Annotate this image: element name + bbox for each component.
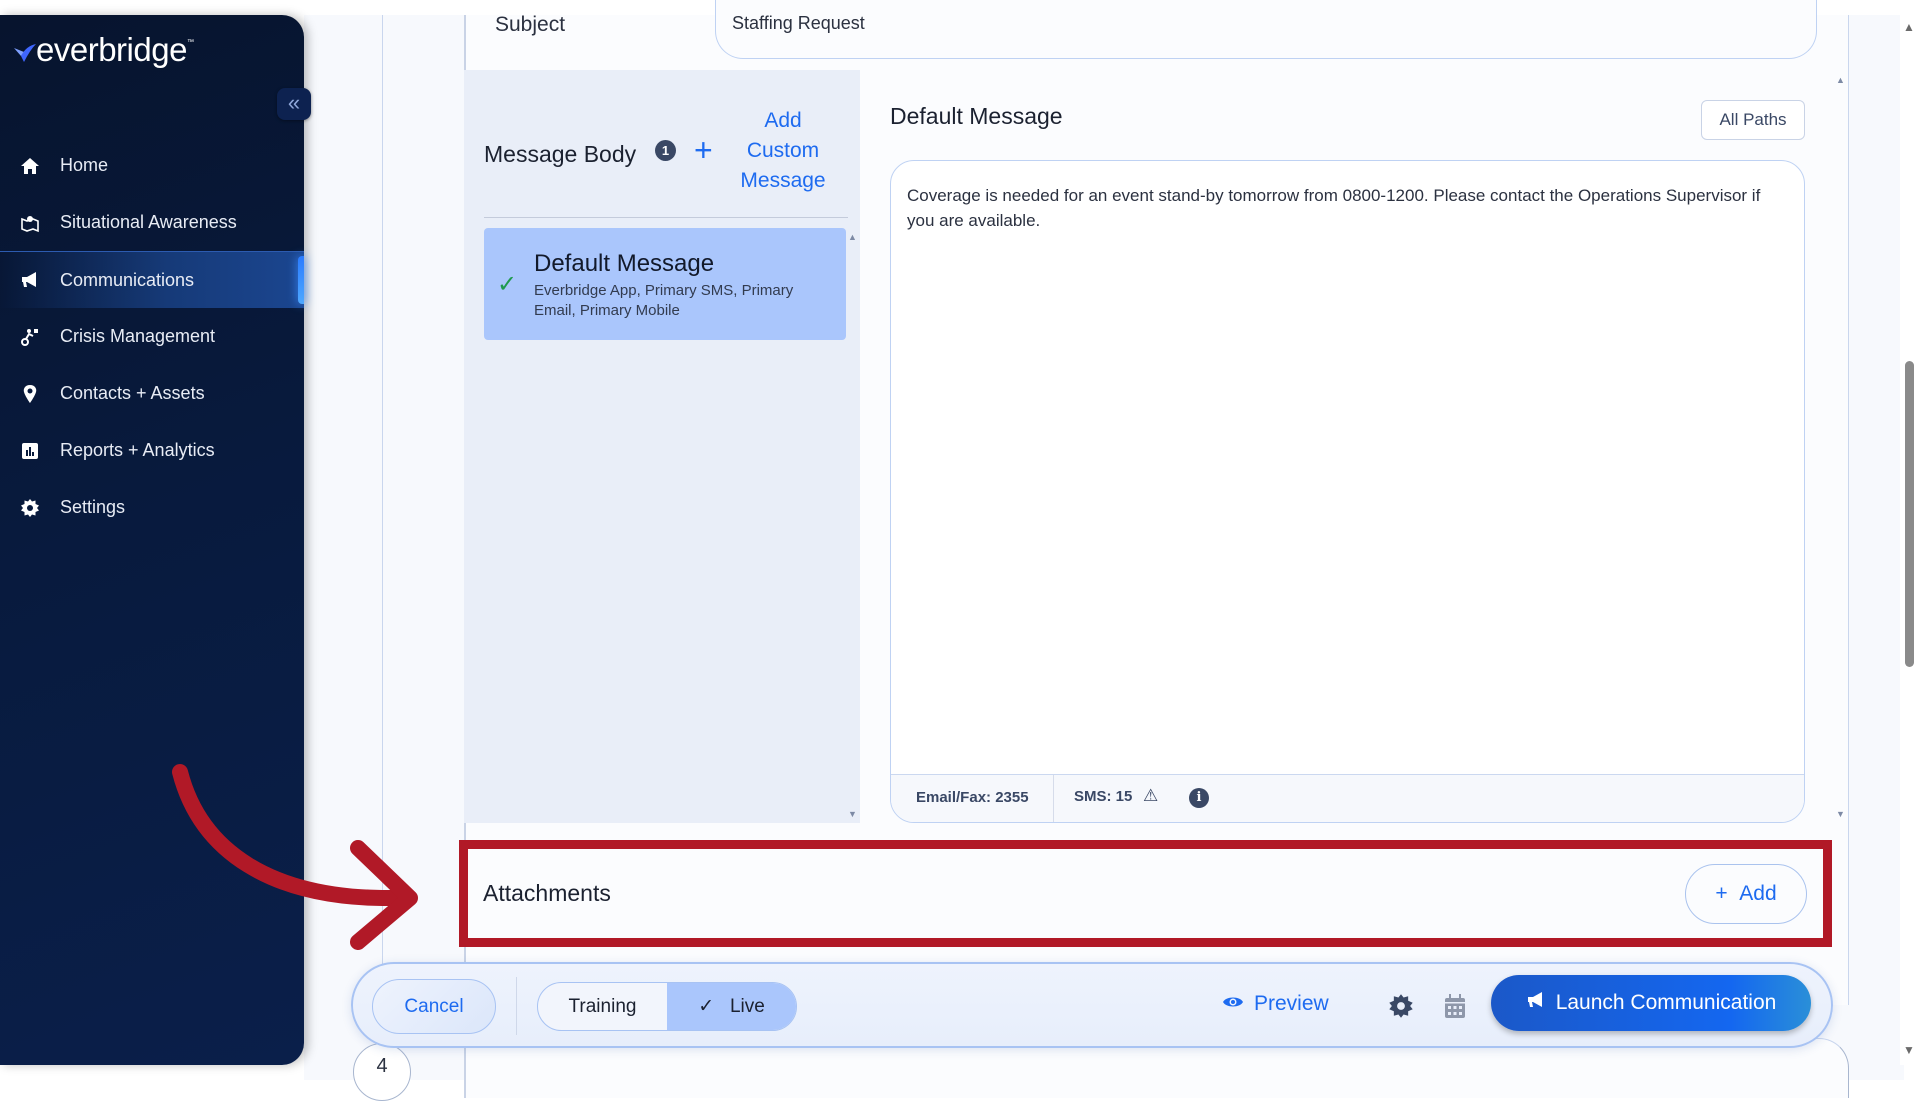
brand-name: everbridge [36,31,187,68]
scrollbar-thumb[interactable] [1905,361,1914,667]
sidebar-item-label: Situational Awareness [60,212,237,232]
step-number-badge: 4 [353,1043,411,1101]
launch-label: Launch Communication [1555,991,1777,1014]
message-count-badge: 1 [655,140,676,161]
sidebar-item-contacts-assets[interactable]: Contacts + Assets [0,365,304,422]
everbridge-logo[interactable]: everbridge ™ [12,33,194,66]
email-fax-char-count: Email/Fax: 2355 [916,789,1029,806]
sidebar-item-label: Contacts + Assets [60,383,205,403]
preview-label: Preview [1254,992,1329,1015]
attachments-section-highlight [459,840,1832,947]
editor-scroll-down-icon[interactable]: ▼ [1836,809,1845,819]
add-custom-message-button[interactable]: Add Custom Message [732,106,834,196]
mode-option-training[interactable]: Training [538,983,667,1030]
sidebar-item-reports-analytics[interactable]: Reports + Analytics [0,422,304,479]
location-pin-icon [20,384,40,404]
sidebar-item-home[interactable]: Home [0,137,304,194]
checkmark-icon: ✓ [698,996,730,1017]
annotation-arrow [172,764,418,950]
mode-option-live[interactable]: ✓ Live [667,983,796,1030]
preview-button[interactable]: Preview [1222,992,1329,1016]
editor-title: Default Message [890,103,1063,129]
scroll-up-arrow-icon[interactable]: ▲ [1903,20,1915,34]
logo-check-icon [14,44,36,62]
mode-option-label: Live [729,996,765,1017]
cancel-button[interactable]: Cancel [372,979,496,1034]
route-icon [20,327,40,347]
page: everbridge ™ « Home Situational Awarenes… [0,0,1920,1101]
eye-icon [1222,992,1244,1016]
double-chevron-left-icon: « [287,90,301,115]
subject-label: Subject [495,13,566,36]
sidebar-item-label: Reports + Analytics [60,440,215,460]
sidebar-item-settings[interactable]: Settings [0,479,304,536]
warning-icon[interactable]: ⚠ [1143,786,1158,806]
sms-char-count: SMS: 15 [1074,788,1133,805]
sidebar-item-communications[interactable]: Communications [0,251,304,308]
add-attachment-button[interactable]: + Add [1685,864,1807,924]
sidebar-item-crisis-management[interactable]: Crisis Management [0,308,304,365]
home-icon [20,156,40,176]
map-pin-icon [20,213,40,233]
message-item-paths: Everbridge App, Primary SMS, Primary Ema… [534,282,794,319]
sidebar-item-label: Communications [60,269,195,290]
gear-icon [1389,994,1413,1018]
megaphone-icon [1526,990,1546,1016]
message-body-title: Message Body [484,141,637,167]
brand-trademark: ™ [186,39,194,46]
message-body-divider [484,217,848,218]
training-live-toggle: Training ✓ Live [537,982,797,1031]
editor-footer: Email/Fax: 2355 SMS: 15 ⚠ i [891,774,1804,822]
sidebar-item-situational-awareness[interactable]: Situational Awareness [0,194,304,251]
footer-divider [1053,775,1054,822]
add-attachment-label: Add [1739,882,1777,905]
add-custom-message-plus-icon[interactable]: + [694,134,713,166]
sidebar-item-label: Settings [60,497,126,517]
settings-gear-button[interactable] [1388,993,1414,1019]
schedule-button[interactable] [1444,993,1466,1019]
attachments-title: Attachments [483,880,611,906]
launch-communication-button[interactable]: Launch Communication [1491,975,1811,1031]
checkmark-icon: ✓ [497,271,518,298]
scroll-down-arrow-icon[interactable]: ▼ [1903,1043,1915,1057]
message-text[interactable]: Coverage is needed for an event stand-by… [907,183,1777,233]
bar-chart-icon [20,441,40,461]
megaphone-icon [20,270,40,290]
gear-icon [20,498,40,518]
plus-icon: + [1715,882,1740,905]
mode-option-label: Training [568,996,637,1017]
sidebar-nav: Home Situational Awareness Communication… [0,137,304,536]
sidebar-item-label: Crisis Management [60,326,216,346]
message-item-title: Default Message [534,250,715,277]
message-text-editor[interactable]: Coverage is needed for an event stand-by… [890,160,1805,823]
editor-scroll-up-icon[interactable]: ▲ [1836,75,1845,85]
bar-divider [516,977,517,1035]
all-paths-button[interactable]: All Paths [1701,100,1805,140]
subject-input[interactable]: Staffing Request [715,0,1817,59]
list-scroll-up-icon[interactable]: ▲ [848,232,857,242]
sidebar-item-label: Home [60,155,109,175]
info-icon[interactable]: i [1189,788,1209,808]
collapse-sidebar-button[interactable]: « [277,88,311,120]
calendar-icon [1445,994,1465,1018]
list-scroll-down-icon[interactable]: ▼ [848,809,857,819]
